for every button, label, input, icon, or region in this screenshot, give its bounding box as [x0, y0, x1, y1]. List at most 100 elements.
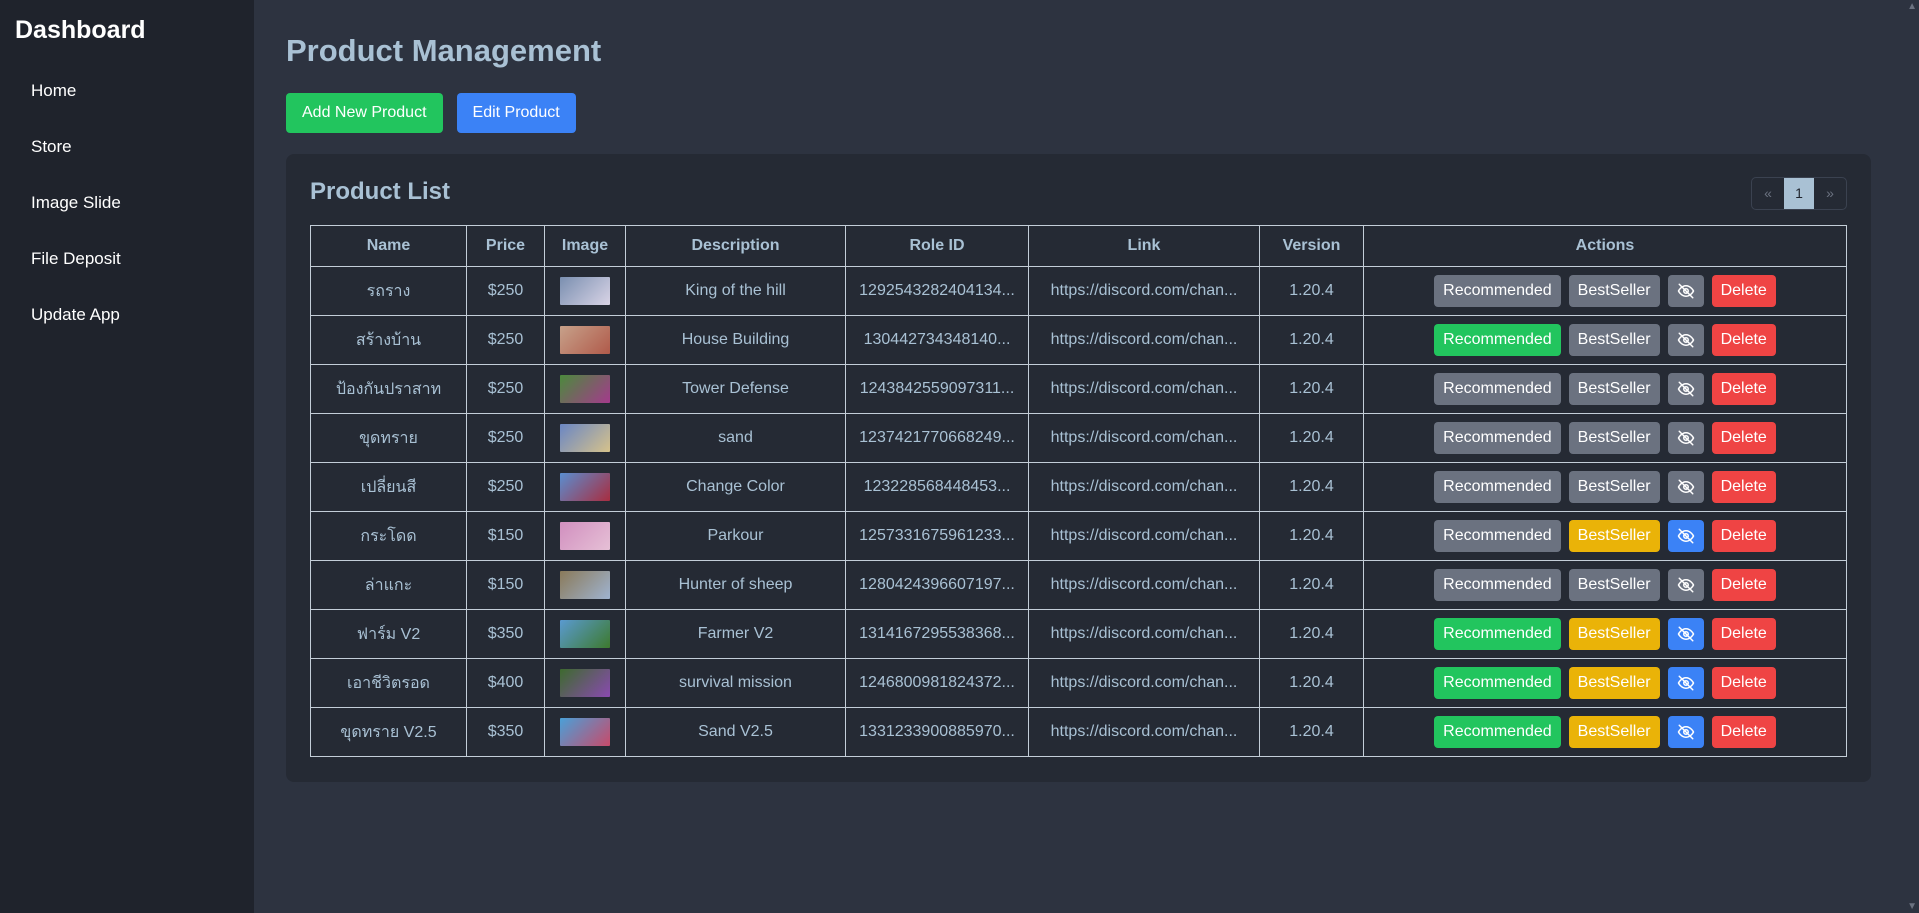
product-name: ฟาร์ม V2 — [310, 609, 467, 659]
recommended-button[interactable]: Recommended — [1434, 667, 1561, 699]
eye-off-icon — [1677, 576, 1695, 594]
sidebar-item-update-app[interactable]: Update App — [0, 304, 254, 360]
bestseller-button[interactable]: BestSeller — [1568, 569, 1660, 601]
visibility-toggle-button[interactable] — [1667, 618, 1704, 650]
product-image-cell — [544, 315, 626, 365]
visibility-toggle-button[interactable] — [1667, 667, 1704, 699]
product-link[interactable]: https://discord.com/chan... — [1028, 609, 1260, 659]
delete-button[interactable]: Delete — [1711, 520, 1776, 552]
product-name: รถราง — [310, 266, 467, 316]
bestseller-button[interactable]: BestSeller — [1568, 471, 1660, 503]
bestseller-button[interactable]: BestSeller — [1568, 422, 1660, 454]
product-price: $350 — [466, 609, 545, 659]
sidebar-item-file-deposit[interactable]: File Deposit — [0, 248, 254, 304]
bestseller-button[interactable]: BestSeller — [1568, 716, 1660, 748]
product-actions: Recommended BestSeller Delete — [1363, 609, 1847, 659]
pagination-prev[interactable]: « — [1752, 178, 1784, 209]
sidebar-item-store[interactable]: Store — [0, 136, 254, 192]
product-link[interactable]: https://discord.com/chan... — [1028, 315, 1260, 365]
bestseller-button[interactable]: BestSeller — [1568, 618, 1660, 650]
product-image-cell — [544, 707, 626, 757]
recommended-button[interactable]: Recommended — [1434, 422, 1561, 454]
product-name: ล่าแกะ — [310, 560, 467, 610]
delete-button[interactable]: Delete — [1711, 324, 1776, 356]
product-thumbnail — [560, 277, 610, 305]
product-price: $250 — [466, 315, 545, 365]
product-description: Change Color — [625, 462, 846, 512]
column-header: Version — [1259, 225, 1364, 267]
product-role-id: 1237421770668249... — [845, 413, 1029, 463]
product-image-cell — [544, 658, 626, 708]
scroll-down-arrow-icon[interactable]: ▼ — [1907, 901, 1917, 912]
delete-button[interactable]: Delete — [1711, 618, 1776, 650]
bestseller-button[interactable]: BestSeller — [1568, 373, 1660, 405]
product-role-id: 1331233900885970... — [845, 707, 1029, 757]
sidebar-item-home[interactable]: Home — [0, 80, 254, 136]
delete-button[interactable]: Delete — [1711, 667, 1776, 699]
delete-button[interactable]: Delete — [1711, 275, 1776, 307]
delete-button[interactable]: Delete — [1711, 569, 1776, 601]
product-description: Sand V2.5 — [625, 707, 846, 757]
table-row: เอาชีวิตรอด $400 survival mission 124680098… — [310, 658, 1847, 708]
product-link[interactable]: https://discord.com/chan... — [1028, 511, 1260, 561]
visibility-toggle-button[interactable] — [1667, 373, 1704, 405]
product-price: $250 — [466, 266, 545, 316]
sidebar-item-image-slide[interactable]: Image Slide — [0, 192, 254, 248]
visibility-toggle-button[interactable] — [1667, 520, 1704, 552]
delete-button[interactable]: Delete — [1711, 373, 1776, 405]
pagination-next[interactable]: » — [1814, 178, 1846, 209]
scroll-up-arrow-icon[interactable]: ▲ — [1907, 1, 1917, 12]
product-price: $250 — [466, 462, 545, 512]
visibility-toggle-button[interactable] — [1667, 422, 1704, 454]
column-header: Actions — [1363, 225, 1847, 267]
recommended-button[interactable]: Recommended — [1434, 716, 1561, 748]
eye-off-icon — [1677, 429, 1695, 447]
table-header-row: Name Price Image Description Role ID Lin… — [310, 225, 1847, 267]
recommended-button[interactable]: Recommended — [1434, 324, 1561, 356]
column-header: Link — [1028, 225, 1260, 267]
product-thumbnail — [560, 669, 610, 697]
bestseller-button[interactable]: BestSeller — [1568, 667, 1660, 699]
delete-button[interactable]: Delete — [1711, 716, 1776, 748]
product-image-cell — [544, 511, 626, 561]
recommended-button[interactable]: Recommended — [1434, 471, 1561, 503]
column-header: Description — [625, 225, 846, 267]
product-image-cell — [544, 413, 626, 463]
delete-button[interactable]: Delete — [1711, 471, 1776, 503]
edit-product-button[interactable]: Edit Product — [456, 93, 576, 133]
visibility-toggle-button[interactable] — [1667, 275, 1704, 307]
product-version: 1.20.4 — [1259, 266, 1364, 316]
product-version: 1.20.4 — [1259, 609, 1364, 659]
product-version: 1.20.4 — [1259, 658, 1364, 708]
product-link[interactable]: https://discord.com/chan... — [1028, 462, 1260, 512]
delete-button[interactable]: Delete — [1711, 422, 1776, 454]
column-header: Image — [544, 225, 626, 267]
product-link[interactable]: https://discord.com/chan... — [1028, 658, 1260, 708]
product-link[interactable]: https://discord.com/chan... — [1028, 413, 1260, 463]
product-thumbnail — [560, 522, 610, 550]
visibility-toggle-button[interactable] — [1667, 716, 1704, 748]
bestseller-button[interactable]: BestSeller — [1568, 520, 1660, 552]
recommended-button[interactable]: Recommended — [1434, 373, 1561, 405]
add-product-button[interactable]: Add New Product — [286, 93, 443, 133]
product-description: Tower Defense — [625, 364, 846, 414]
product-link[interactable]: https://discord.com/chan... — [1028, 707, 1260, 757]
table-row: ล่าแกะ $150 Hunter of sheep 128042439660719… — [310, 560, 1847, 610]
product-price: $250 — [466, 413, 545, 463]
product-thumbnail — [560, 326, 610, 354]
product-link[interactable]: https://discord.com/chan... — [1028, 560, 1260, 610]
bestseller-button[interactable]: BestSeller — [1568, 275, 1660, 307]
visibility-toggle-button[interactable] — [1667, 471, 1704, 503]
visibility-toggle-button[interactable] — [1667, 324, 1704, 356]
recommended-button[interactable]: Recommended — [1434, 520, 1561, 552]
recommended-button[interactable]: Recommended — [1434, 618, 1561, 650]
product-image-cell — [544, 364, 626, 414]
recommended-button[interactable]: Recommended — [1434, 569, 1561, 601]
column-header: Role ID — [845, 225, 1029, 267]
pagination-page[interactable]: 1 — [1784, 178, 1814, 209]
bestseller-button[interactable]: BestSeller — [1568, 324, 1660, 356]
product-link[interactable]: https://discord.com/chan... — [1028, 364, 1260, 414]
recommended-button[interactable]: Recommended — [1434, 275, 1561, 307]
visibility-toggle-button[interactable] — [1667, 569, 1704, 601]
product-link[interactable]: https://discord.com/chan... — [1028, 266, 1260, 316]
